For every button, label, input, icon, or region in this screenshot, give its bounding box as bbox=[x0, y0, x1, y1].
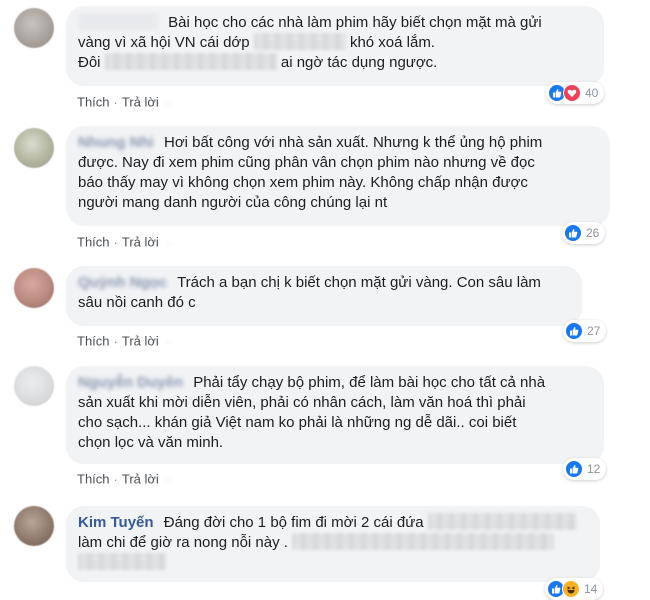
avatar[interactable] bbox=[14, 366, 54, 406]
reaction-summary[interactable]: 12 bbox=[563, 458, 607, 480]
like-icon bbox=[564, 224, 582, 242]
comment-text: được. Nay đi xem phim cũng phân vân chọn… bbox=[78, 154, 535, 171]
redacted-text bbox=[104, 53, 277, 70]
love-icon bbox=[563, 84, 581, 102]
reply-link[interactable]: Trả lời bbox=[122, 235, 159, 250]
reaction-count: 40 bbox=[585, 86, 599, 100]
haha-icon bbox=[562, 580, 580, 598]
like-link[interactable]: Thích bbox=[77, 235, 110, 250]
comment-bubble: Quỳnh Ngọc Trách a bạn chị k biết chọn m… bbox=[66, 266, 582, 326]
comment-text: cho sạch... khán giả Việt nam ko phải là… bbox=[78, 414, 517, 431]
reply-link[interactable]: Trả lời bbox=[122, 472, 159, 487]
comment-text: sản xuất khi mời diễn viên, phải có nhân… bbox=[78, 394, 526, 411]
redacted-text bbox=[427, 513, 576, 530]
comment-text: Đôi ai ngờ tác dụng ngược. bbox=[78, 53, 438, 71]
reaction-count: 27 bbox=[587, 324, 601, 338]
comment-bubble: Nhung Nhi Hơi bất công với nhà sản xuất.… bbox=[66, 126, 610, 226]
reaction-summary[interactable]: 14 bbox=[545, 578, 604, 600]
avatar[interactable] bbox=[14, 128, 54, 168]
redacted-text bbox=[253, 33, 346, 50]
comment-text: Kim Tuyến Đáng đời cho 1 bộ fim đi mời 2… bbox=[78, 513, 588, 533]
comment-text: Nguyễn Duyên Phải tẩy chạy bộ phim, để l… bbox=[78, 374, 546, 391]
reaction-summary[interactable]: 27 bbox=[563, 320, 607, 342]
author-name[interactable]: Quỳnh Ngọc bbox=[78, 274, 167, 291]
reaction-summary[interactable]: 26 bbox=[562, 222, 606, 244]
avatar[interactable] bbox=[14, 506, 54, 546]
redacted-text bbox=[292, 533, 555, 550]
reaction-count: 26 bbox=[586, 226, 600, 240]
comment-text: sâu nồi canh đó c bbox=[78, 294, 196, 311]
comment-actions: Thích · Trả lời · bbox=[77, 234, 189, 251]
like-link[interactable]: Thích bbox=[77, 95, 110, 110]
comment-actions: Thích · Trả lời · bbox=[77, 333, 189, 350]
author-name[interactable]: Kim Tuyến bbox=[78, 514, 154, 531]
comment-text: Quỳnh Ngọc Trách a bạn chị k biết chọn m… bbox=[78, 274, 541, 291]
comment-text: Nhung Nhi Hơi bất công với nhà sản xuất.… bbox=[78, 134, 543, 151]
author-name[interactable]: Nhung Nhi bbox=[78, 134, 154, 151]
avatar[interactable] bbox=[14, 8, 54, 48]
like-link[interactable]: Thích bbox=[77, 472, 110, 487]
reply-link[interactable]: Trả lời bbox=[122, 334, 159, 349]
comment-bubble: Nguyễn Duyên Phải tẩy chạy bộ phim, để l… bbox=[66, 366, 604, 464]
timestamp[interactable]: · bbox=[163, 334, 189, 350]
comment-text: chọn lọc và văn minh. bbox=[78, 434, 224, 451]
reaction-count: 14 bbox=[584, 582, 598, 596]
comment-bubble: Kim Tuyến Đáng đời cho 1 bộ fim đi mời 2… bbox=[66, 506, 600, 582]
comment-actions: Thích · Trả lời · bbox=[77, 471, 189, 488]
author-name[interactable] bbox=[78, 13, 162, 31]
comment-text: làm chi để giờ ra nong nỗi này . bbox=[78, 533, 588, 553]
reaction-summary[interactable]: 40 bbox=[546, 82, 605, 104]
timestamp[interactable]: · bbox=[163, 472, 189, 488]
reaction-count: 12 bbox=[587, 462, 601, 476]
comment-text bbox=[78, 553, 588, 573]
comment-text: báo thấy may vì không chọn xem phim này.… bbox=[78, 174, 528, 191]
comment-bubble: Bài học cho các nhà làm phim hãy biết ch… bbox=[66, 6, 604, 86]
comment-text: người mang danh người của công chúng lại… bbox=[78, 194, 388, 211]
reply-link[interactable]: Trả lời bbox=[122, 95, 159, 110]
like-icon bbox=[565, 322, 583, 340]
timestamp[interactable]: · bbox=[163, 235, 189, 251]
like-icon bbox=[565, 460, 583, 478]
comment-text: vàng vì xã hội VN cái dớp khó xoá lắm. bbox=[78, 33, 435, 51]
comment-actions: Thích · Trả lời · bbox=[77, 94, 186, 111]
avatar[interactable] bbox=[14, 268, 54, 308]
timestamp[interactable]: · bbox=[163, 95, 185, 111]
redacted-text bbox=[78, 553, 166, 570]
author-name[interactable]: Nguyễn Duyên bbox=[78, 374, 183, 391]
comment-text: Bài học cho các nhà làm phim hãy biết ch… bbox=[78, 13, 592, 33]
like-link[interactable]: Thích bbox=[77, 334, 110, 349]
